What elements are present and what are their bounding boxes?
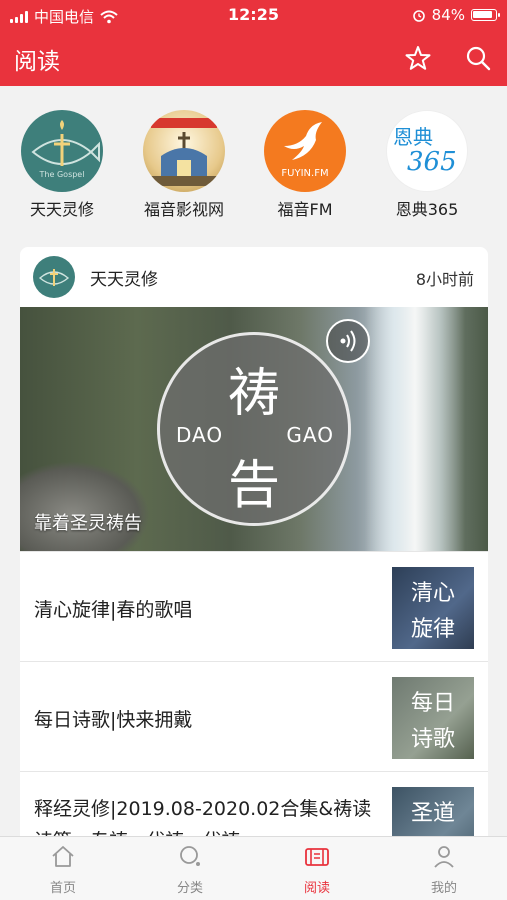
category-icon <box>180 846 200 866</box>
tab-label: 首页 <box>49 881 76 896</box>
app-header: 阅读 <box>0 30 507 86</box>
article-title: 清心旋律|春的歌唱 <box>34 599 193 621</box>
hero-rock <box>20 461 150 551</box>
hero-title-disk: 祷 DAO GAO 告 <box>157 332 351 526</box>
hero-caption: 靠着圣灵祷告 <box>34 513 142 534</box>
profile-icon <box>434 846 454 868</box>
page-title: 阅读 <box>14 49 60 75</box>
channel-endian365[interactable]: 恩典 365 恩典365 <box>372 110 482 220</box>
alarm-icon <box>412 10 425 22</box>
gospel-logo-text: The Gospel <box>39 170 85 179</box>
tab-profile[interactable]: 我的 <box>381 843 507 896</box>
search-icon[interactable] <box>464 44 492 72</box>
feed-card: 天天灵修 8小时前 祷 DAO GAO 告 靠着圣灵祷告 清心旋律|春的歌唱 清… <box>20 247 488 847</box>
thumb-line2: 诗歌 <box>410 727 455 752</box>
hero-title-top: 祷 <box>227 364 280 424</box>
channel-tiantian[interactable]: The Gospel 天天灵修 <box>7 110 117 220</box>
read-icon <box>305 848 329 866</box>
gospel-logo: The Gospel <box>21 110 103 192</box>
home-icon <box>52 846 74 867</box>
hero-banner[interactable]: 祷 DAO GAO 告 靠着圣灵祷告 <box>20 307 488 551</box>
card-header[interactable]: 天天灵修 8小时前 <box>20 247 488 307</box>
fuyin-fm-logo-text: FUYIN.FM <box>281 168 329 179</box>
channel-fuyin-video[interactable]: 福音影视网 <box>129 110 239 220</box>
channel-label: 福音影视网 <box>143 200 224 219</box>
tab-label: 阅读 <box>303 881 330 896</box>
status-bar: 中国电信 12:25 84% <box>0 0 507 30</box>
tab-label: 分类 <box>176 881 203 896</box>
channel-label: 天天灵修 <box>29 200 94 219</box>
list-item[interactable]: 每日诗歌|快来拥戴 每日 诗歌 <box>20 661 488 771</box>
bottom-tab-bar: 首页 分类 阅读 我的 <box>0 836 507 900</box>
author-name: 天天灵修 <box>90 270 158 290</box>
endian-logo-number: 365 <box>407 147 457 177</box>
thumb-line1: 清心 <box>410 581 455 606</box>
thumb-line1: 每日 <box>410 691 455 716</box>
channel-label: 福音FM <box>277 200 333 219</box>
battery-percent: 84% <box>431 6 465 24</box>
thumb-line2: 旋律 <box>410 617 455 642</box>
article-title: 每日诗歌|快来拥戴 <box>34 709 193 731</box>
channel-row: The Gospel 天天灵修 福音影视网 FUYIN.FM 福音FM 恩典 3… <box>0 110 507 222</box>
tab-category[interactable]: 分类 <box>127 843 253 896</box>
channel-fuyin-fm[interactable]: FUYIN.FM 福音FM <box>250 110 360 220</box>
article-thumbnail: 每日 诗歌 <box>392 677 474 759</box>
article-thumbnail: 清心 旋律 <box>392 567 474 649</box>
tab-home[interactable]: 首页 <box>0 843 126 896</box>
endian365-logo: 恩典 365 <box>386 110 468 192</box>
battery-icon <box>471 9 500 21</box>
hero-waterfall <box>365 307 465 551</box>
fuyin-fm-logo: FUYIN.FM <box>264 110 346 192</box>
article-title: 释经灵修|2019.08-2020.02合集&祷读 <box>34 798 372 820</box>
avatar[interactable] <box>33 256 75 298</box>
tab-read[interactable]: 阅读 <box>254 843 380 896</box>
church-logo <box>143 110 225 192</box>
hero-title-bottom: 告 <box>227 456 280 516</box>
audio-icon[interactable] <box>326 319 370 363</box>
list-item[interactable]: 清心旋律|春的歌唱 清心 旋律 <box>20 551 488 661</box>
thumb-line1: 圣道 <box>410 801 455 826</box>
tab-label: 我的 <box>430 881 457 896</box>
star-icon[interactable] <box>404 44 432 72</box>
endian-logo-text: 恩典 <box>393 125 433 149</box>
post-time: 8小时前 <box>415 270 474 289</box>
channel-label: 恩典365 <box>395 200 459 219</box>
